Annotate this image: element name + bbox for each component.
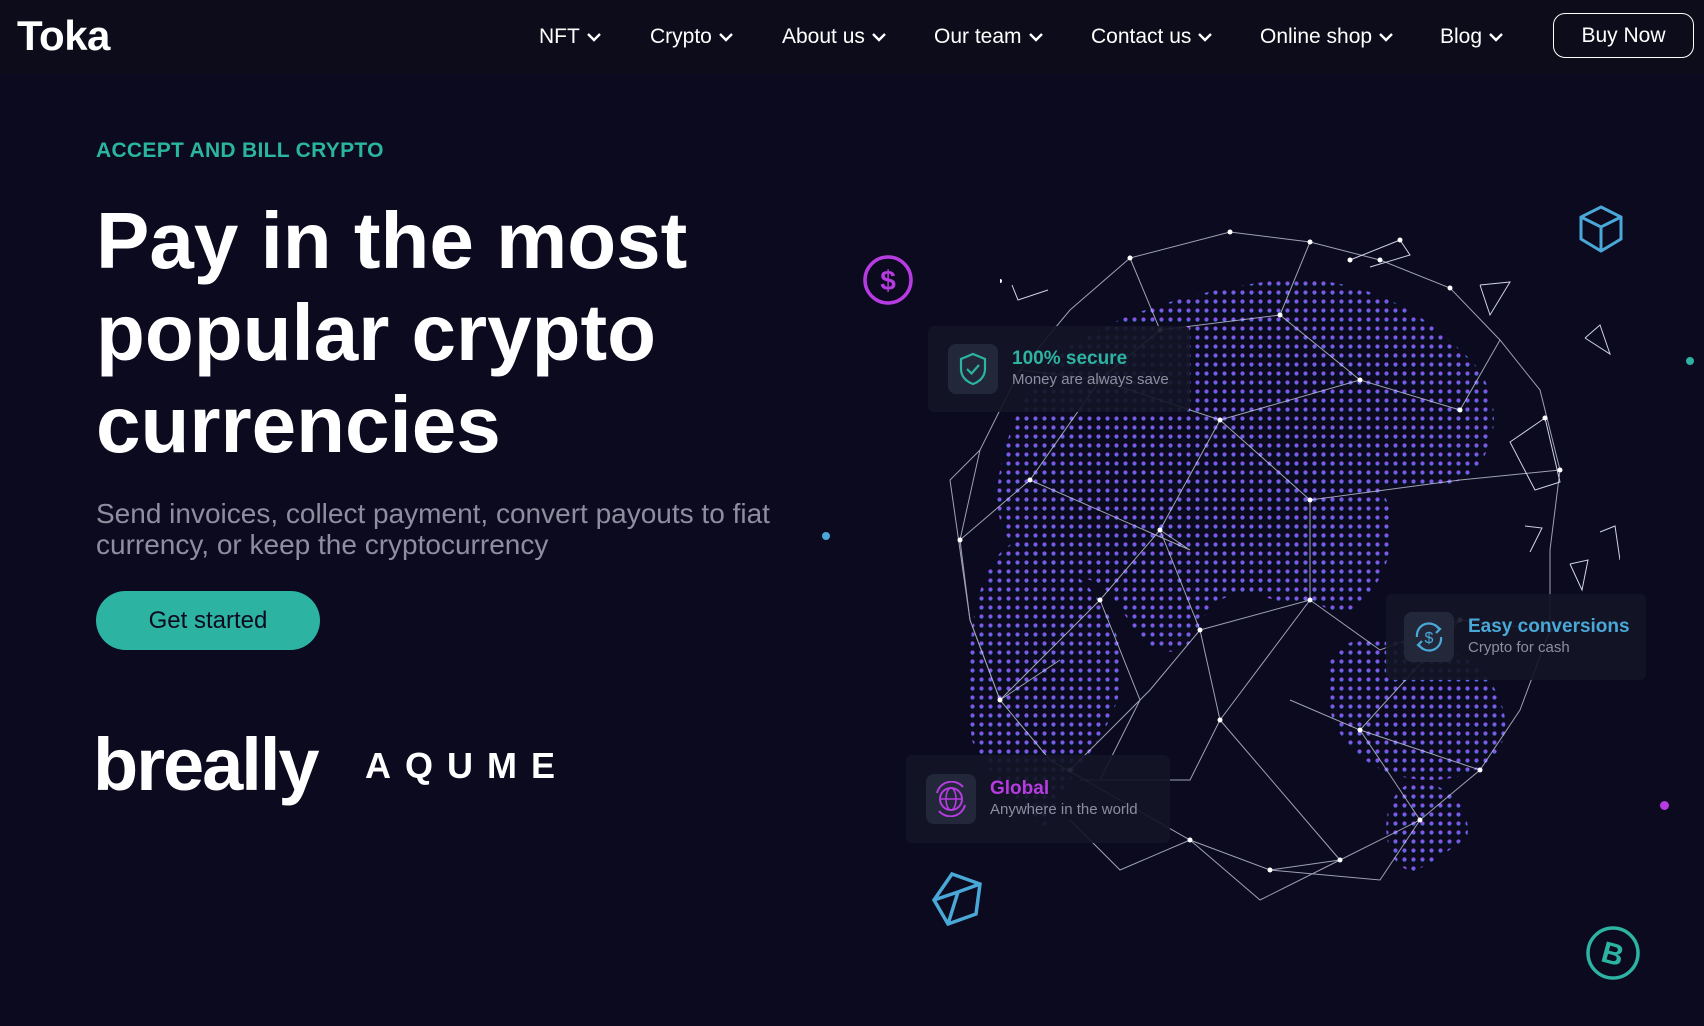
decor-dot [1660,801,1669,810]
chevron-down-icon [1489,33,1503,42]
nav-item-label: Blog [1440,25,1483,48]
svg-text:$: $ [880,265,896,296]
main-menu: NFT Crypto About us Our team Contact us … [0,0,1704,74]
nav-item-nft[interactable]: NFT [539,22,601,52]
cube-icon [1579,205,1623,253]
partner-logo-aqume: AQUME [365,745,569,786]
hero-headline: Pay in the most popular crypto currencie… [96,196,688,469]
feature-card-secure: 100% secure Money are always save [928,326,1190,412]
get-started-button[interactable]: Get started [96,591,320,650]
dollar-exchange-icon: $ [1404,612,1454,662]
cube-icon [931,871,982,927]
feature-subtitle: Crypto for cash [1468,639,1570,656]
hero-eyebrow: ACCEPT AND BILL CRYPTO [96,139,384,162]
chevron-down-icon [719,33,733,42]
decor-dot [1686,357,1694,365]
chevron-down-icon [1198,33,1213,42]
chevron-down-icon [872,33,886,42]
feature-title: 100% secure [1012,348,1128,369]
nav-item-label: About us [782,25,865,48]
bitcoin-icon: B [1586,926,1640,980]
decor-triangles [1479,281,1511,317]
nav-item-blog[interactable]: Blog [1440,22,1503,52]
nav-item-crypto[interactable]: Crypto [650,22,733,52]
nav-item-our-team[interactable]: Our team [934,22,1043,52]
hero-subtext: Send invoices, collect payment, convert … [96,498,770,560]
top-navbar: Toka NFT Crypto About us Our team Contac… [0,0,1704,74]
feature-card-global: Global Anywhere in the world [906,755,1170,843]
decor-triangles [1000,279,1049,301]
nav-item-label: Our team [934,25,1022,48]
chevron-down-icon [1028,33,1043,42]
feature-subtitle: Money are always save [1012,371,1169,388]
decor-triangles [1524,525,1620,592]
feature-title: Global [990,778,1050,799]
nav-item-online-shop[interactable]: Online shop [1260,22,1393,52]
feature-title: Easy conversions [1468,616,1630,637]
decor-triangles [1584,324,1611,356]
globe-icon [926,774,976,824]
svg-text:B: B [1598,936,1627,973]
decor-triangles [1347,237,1411,268]
dollar-coin-icon: $ [863,255,913,305]
feature-card-conversions: $ Easy conversions Crypto for cash [1386,594,1646,680]
chevron-down-icon [586,33,601,42]
chevron-down-icon [1379,33,1393,42]
nav-item-about-us[interactable]: About us [782,22,886,52]
shield-check-icon [948,344,998,394]
buy-now-button[interactable]: Buy Now [1553,13,1694,58]
nav-item-label: Contact us [1091,25,1192,48]
nav-item-label: Crypto [650,25,712,48]
continent-dots [1386,780,1468,874]
decor-dot [822,532,830,540]
nav-item-contact-us[interactable]: Contact us [1091,22,1213,52]
feature-subtitle: Anywhere in the world [990,801,1138,818]
partner-logo-breally: breally [93,723,320,806]
nav-item-label: Online shop [1260,25,1373,48]
nav-item-label: NFT [539,25,580,48]
svg-text:$: $ [1425,630,1434,647]
decor-triangles [1509,415,1561,491]
